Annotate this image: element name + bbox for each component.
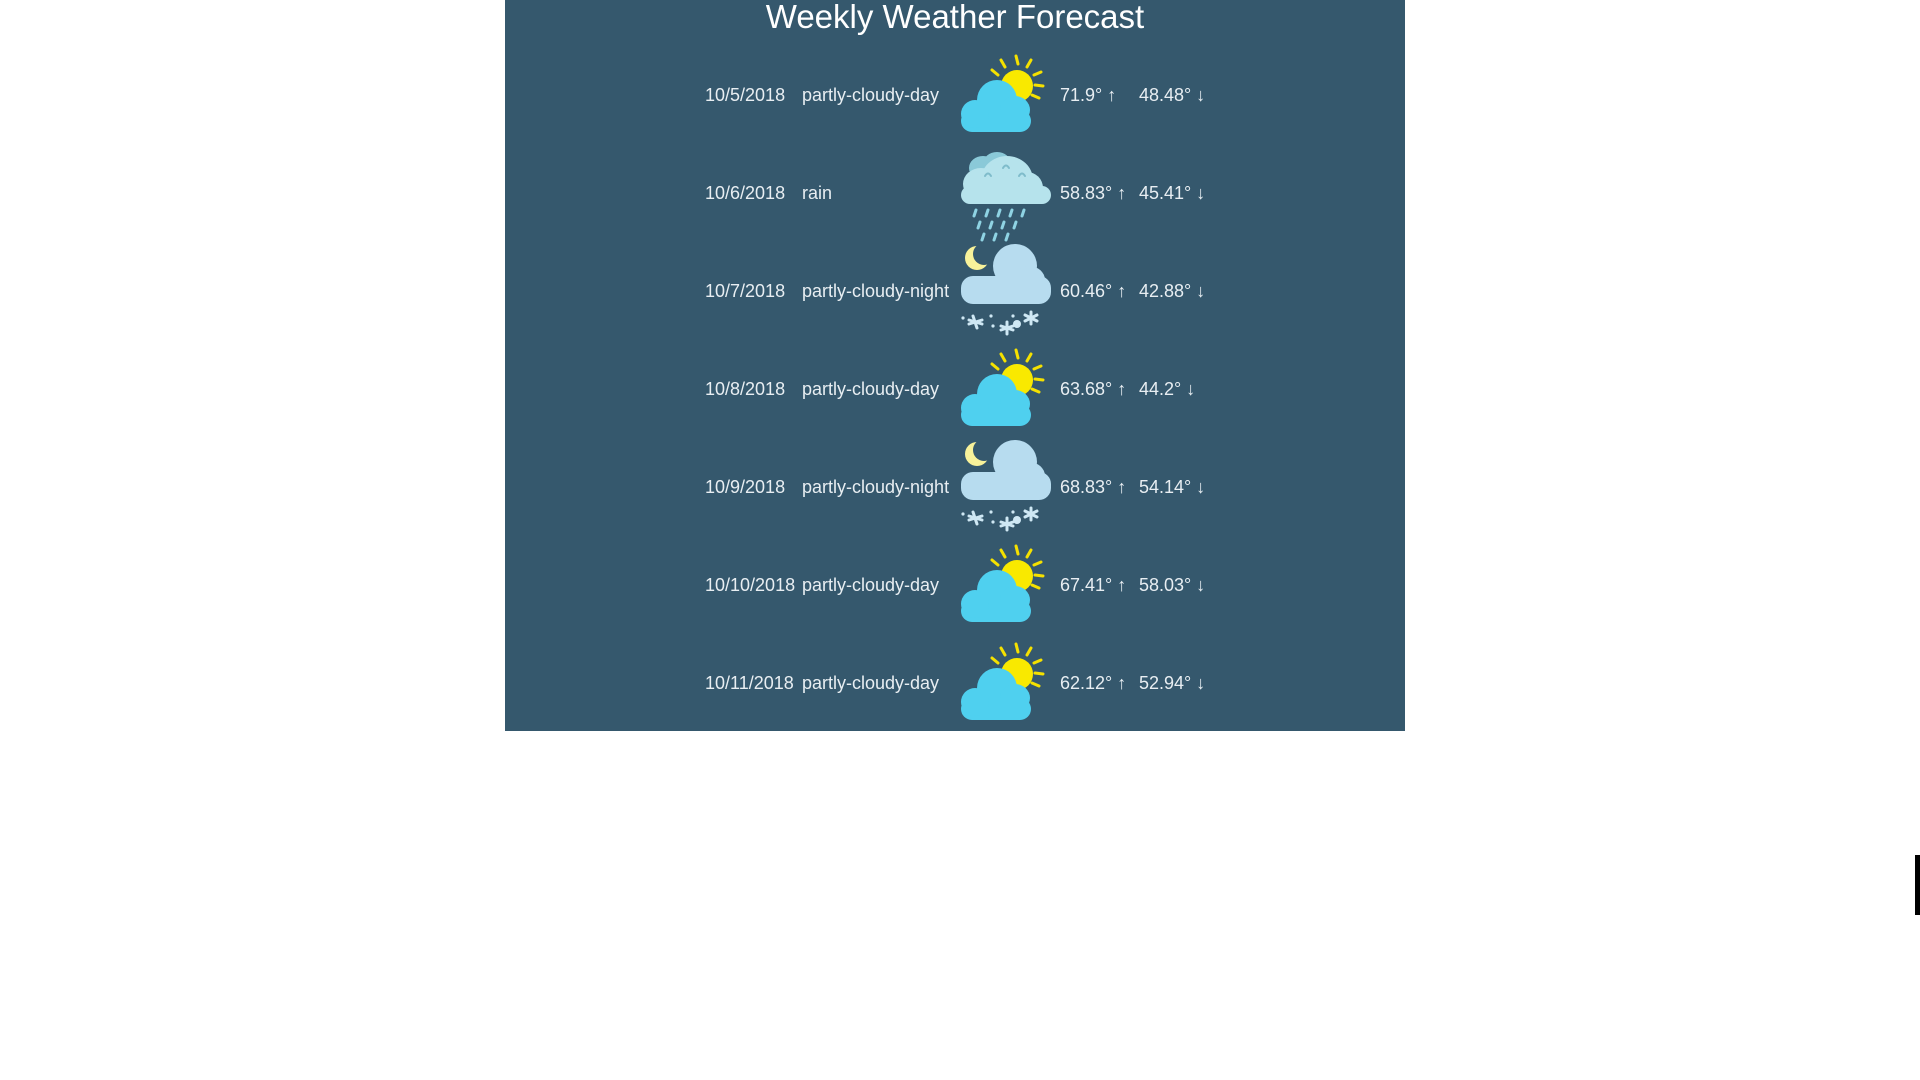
forecast-summary: partly-cloudy-night <box>802 477 950 497</box>
forecast-summary: partly-cloudy-night <box>802 281 950 301</box>
forecast-row: 10/6/2018 rain 58.83° ↑ 45.41° ↓ <box>505 146 1405 244</box>
forecast-date: 10/5/2018 <box>705 85 786 105</box>
forecast-row: 10/5/2018 partly-cloudy-day 71.9° ↑ 48.4… <box>505 48 1405 146</box>
forecast-row: 10/9/2018 partly-cloudy-night 68.83° ↑ 5… <box>505 440 1405 538</box>
forecast-date: 10/6/2018 <box>705 183 786 203</box>
forecast-low-temp: 45.41° ↓ <box>1139 183 1206 203</box>
forecast-high-temp: 71.9° ↑ <box>1060 85 1117 105</box>
forecast-row: 10/11/2018 partly-cloudy-day 62.12° ↑ 52… <box>505 636 1405 734</box>
forecast-high-temp: 68.83° ↑ <box>1060 477 1127 497</box>
partly-cloudy-night-icon <box>955 440 1055 538</box>
forecast-low-temp: 48.48° ↓ <box>1139 85 1206 105</box>
forecast-summary: partly-cloudy-day <box>802 85 940 105</box>
forecast-summary: rain <box>802 183 833 203</box>
partly-cloudy-day-icon <box>955 538 1055 636</box>
forecast-date: 10/10/2018 <box>705 575 796 595</box>
forecast-high-temp: 62.12° ↑ <box>1060 673 1127 693</box>
forecast-summary: partly-cloudy-day <box>802 673 940 693</box>
forecast-summary: partly-cloudy-day <box>802 575 940 595</box>
forecast-low-temp: 42.88° ↓ <box>1139 281 1206 301</box>
forecast-panel: Weekly Weather Forecast 10/5/2018 partly… <box>505 0 1405 731</box>
partly-cloudy-day-icon <box>955 342 1055 440</box>
forecast-high-temp: 63.68° ↑ <box>1060 379 1127 399</box>
scrollbar-thumb[interactable] <box>1915 855 1920 915</box>
forecast-high-temp: 60.46° ↑ <box>1060 281 1127 301</box>
forecast-row: 10/8/2018 partly-cloudy-day 63.68° ↑ 44.… <box>505 342 1405 440</box>
forecast-low-temp: 44.2° ↓ <box>1139 379 1196 399</box>
forecast-row: 10/10/2018 partly-cloudy-day 67.41° ↑ 58… <box>505 538 1405 636</box>
forecast-summary: partly-cloudy-day <box>802 379 940 399</box>
forecast-high-temp: 67.41° ↑ <box>1060 575 1127 595</box>
page-title: Weekly Weather Forecast <box>765 0 1145 35</box>
forecast-low-temp: 58.03° ↓ <box>1139 575 1206 595</box>
forecast-list: 10/5/2018 partly-cloudy-day 71.9° ↑ 48.4… <box>505 48 1405 734</box>
partly-cloudy-day-icon <box>955 48 1055 146</box>
forecast-row: 10/7/2018 partly-cloudy-night 60.46° ↑ 4… <box>505 244 1405 342</box>
forecast-date: 10/9/2018 <box>705 477 786 497</box>
forecast-low-temp: 54.14° ↓ <box>1139 477 1206 497</box>
partly-cloudy-day-icon <box>955 636 1055 734</box>
forecast-date: 10/8/2018 <box>705 379 786 399</box>
forecast-low-temp: 52.94° ↓ <box>1139 673 1206 693</box>
forecast-high-temp: 58.83° ↑ <box>1060 183 1127 203</box>
forecast-date: 10/11/2018 <box>705 673 794 693</box>
rain-icon <box>955 146 1055 244</box>
forecast-date: 10/7/2018 <box>705 281 786 301</box>
partly-cloudy-night-icon <box>955 244 1055 342</box>
